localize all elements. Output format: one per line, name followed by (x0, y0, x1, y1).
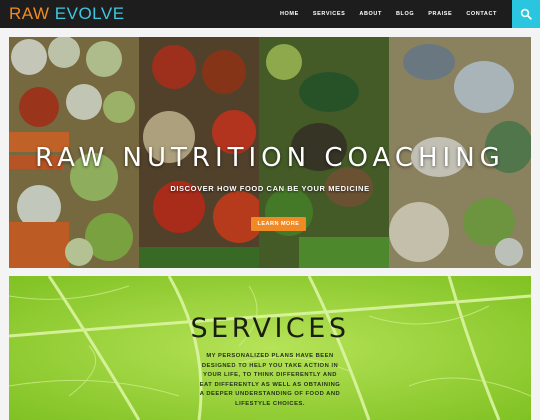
main-nav: HOME SERVICES ABOUT BLOG PRAISE CONTACT (273, 0, 504, 28)
nav-item-praise[interactable]: PRAISE (421, 11, 459, 17)
hero-title: RAW NUTRITION COACHING (35, 143, 505, 173)
search-button[interactable] (512, 0, 540, 28)
services-description: MY PERSONALIZED PLANS HAVE BEEN DESIGNED… (199, 353, 341, 407)
nav-item-services[interactable]: SERVICES (306, 11, 353, 17)
nav-item-about[interactable]: ABOUT (352, 11, 389, 17)
hero-banner: RAW NUTRITION COACHING DISCOVER HOW FOOD… (9, 37, 531, 268)
learn-more-button[interactable]: LEARN MORE (251, 217, 306, 231)
hero-subtitle: DISCOVER HOW FOOD CAN BE YOUR MEDICINE (170, 184, 370, 193)
nav-item-contact[interactable]: CONTACT (459, 11, 504, 17)
services-section: SERVICES MY PERSONALIZED PLANS HAVE BEEN… (9, 276, 531, 420)
search-icon (520, 8, 532, 20)
nav-item-blog[interactable]: BLOG (389, 11, 421, 17)
brand-part-evolve: EVOLVE (54, 4, 125, 23)
services-title: SERVICES (190, 313, 350, 344)
brand-part-raw: RAW (9, 4, 50, 23)
brand-logo[interactable]: RAW EVOLVE (9, 4, 125, 24)
top-navbar: RAW EVOLVE HOME SERVICES ABOUT BLOG PRAI… (0, 0, 540, 28)
nav-item-home[interactable]: HOME (273, 11, 306, 17)
